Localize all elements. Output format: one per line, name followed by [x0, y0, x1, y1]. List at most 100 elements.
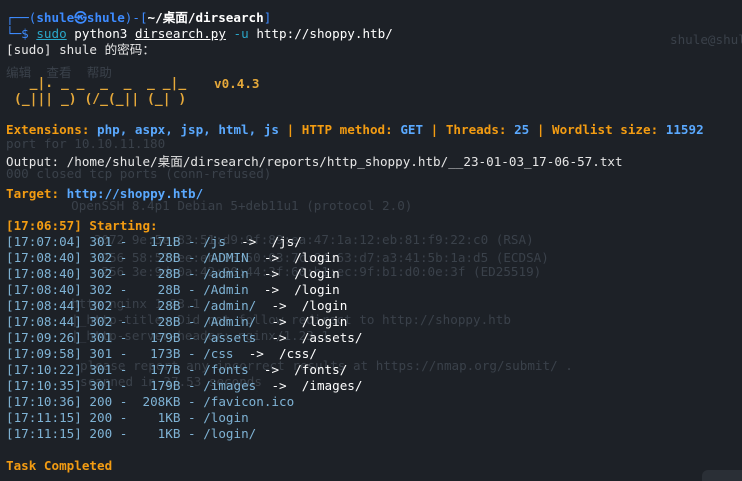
result-time: [17:10:36]	[6, 394, 82, 409]
result-code: 301	[89, 378, 113, 393]
result-row: [17:07:04] 301 - 171B - /js -> /js/	[6, 234, 302, 249]
arrow-icon: ->	[263, 266, 280, 281]
result-code: 302	[89, 250, 113, 265]
result-size: 28B	[142, 250, 181, 265]
arrow-icon: ->	[271, 330, 287, 345]
result-row: [17:08:40] 302 - 28B - /Admin -> /login	[6, 282, 340, 297]
task-completed: Task Completed	[6, 458, 113, 473]
result-redirect: /css/	[279, 346, 317, 361]
prompt-path: ~/桌面/dirsearch	[147, 10, 264, 25]
result-row: [17:11:15] 200 - 1KB - /login	[6, 410, 249, 425]
result-path: /assets	[203, 330, 257, 345]
result-size: 28B	[142, 298, 181, 313]
target-line: Target: http://shoppy.htb/	[6, 186, 203, 202]
result-time: [17:08:44]	[6, 314, 82, 329]
result-row: [17:09:26] 301 - 179B - /assets -> /asse…	[6, 330, 363, 345]
cmd-script: dirsearch.py	[134, 26, 226, 41]
ghost-line: port for 10.10.11.180	[6, 136, 166, 151]
wordlist-label: Wordlist size:	[552, 122, 659, 137]
result-row: [17:08:40] 302 - 28B - /ADMIN -> /login	[6, 250, 340, 265]
ext-value: php, aspx, jsp, html, js	[97, 122, 279, 137]
result-path: /ADMIN	[203, 250, 249, 265]
result-size: 179B	[142, 378, 181, 393]
result-time: [17:08:40]	[6, 250, 82, 265]
result-redirect: /login	[301, 314, 348, 329]
result-time: [17:07:04]	[6, 234, 82, 249]
prompt-user: shule	[36, 10, 75, 25]
result-code: 200	[89, 394, 113, 409]
config-line: Extensions: php, aspx, jsp, html, js | H…	[6, 122, 704, 137]
ext-label: Extensions:	[6, 122, 90, 137]
arrow-icon: ->	[271, 298, 287, 313]
scrollbar-corner[interactable]	[702, 470, 742, 481]
result-size: 177B	[142, 362, 181, 377]
result-code: 301	[89, 346, 113, 361]
result-path: /css	[203, 346, 234, 361]
result-code: 200	[89, 426, 113, 441]
result-row: [17:08:40] 302 - 28B - /admin -> /login	[6, 266, 340, 281]
cmd-flag: -u	[233, 26, 249, 41]
result-redirect: /login	[294, 250, 340, 265]
banner-art-top: _|. _ _ _ _ _ _|_	[14, 76, 187, 91]
result-path: /admin	[203, 266, 249, 281]
prompt-host: shule	[86, 10, 125, 25]
result-code: 301	[89, 330, 113, 345]
result-redirect: /login	[294, 282, 340, 297]
result-time: [17:11:15]	[6, 410, 82, 425]
method-label: HTTP method:	[301, 122, 393, 137]
result-row: [17:10:36] 200 - 208KB - /favicon.ico	[6, 394, 295, 409]
result-size: 208KB	[142, 394, 181, 409]
result-redirect: /fonts/	[294, 362, 348, 377]
output-line: Output: /home/shule/桌面/dirsearch/reports…	[6, 154, 623, 169]
arrow-icon: ->	[271, 378, 287, 393]
cmd-url: http://shoppy.htb/	[256, 26, 393, 41]
result-time: [17:10:35]	[6, 378, 82, 393]
banner-version: v0.4.3	[214, 76, 260, 91]
command-line[interactable]: └─$ sudo python3 dirsearch.py -u http://…	[6, 26, 393, 42]
result-path: /favicon.ico	[203, 394, 295, 409]
threads-value: 25	[514, 122, 530, 137]
result-size: 1KB	[142, 426, 181, 441]
result-path: /fonts	[203, 362, 249, 377]
result-path: /login/	[203, 426, 257, 441]
wordlist-value: 11592	[665, 122, 704, 137]
result-time: [17:08:44]	[6, 298, 82, 313]
prompt-line: ┌──(shule㉿shule)-[~/桌面/dirsearch]	[6, 10, 272, 25]
target-value: http://shoppy.htb/	[66, 186, 204, 201]
starting-line: [17:06:57] Starting:	[6, 218, 158, 233]
result-code: 302	[89, 266, 113, 281]
result-path: /Admin/	[203, 314, 257, 329]
result-time: [17:09:58]	[6, 346, 82, 361]
terminal-window[interactable]: 编辑 查看 帮助 port for 10.10.11.180 000 close…	[0, 0, 742, 481]
result-size: 28B	[142, 314, 181, 329]
result-row: [17:09:58] 301 - 173B - /css -> /css/	[6, 346, 317, 361]
result-code: 301	[89, 362, 113, 377]
result-redirect: /login	[294, 266, 340, 281]
result-path: /js	[203, 234, 226, 249]
result-code: 302	[89, 282, 113, 297]
result-size: 173B	[142, 346, 181, 361]
cmd-python: python3	[74, 26, 128, 41]
result-row: [17:10:22] 301 - 177B - /fonts -> /fonts…	[6, 362, 348, 377]
result-code: 200	[89, 410, 113, 425]
result-path: /login	[203, 410, 249, 425]
result-size: 28B	[142, 282, 181, 297]
result-redirect: /js/	[271, 234, 302, 249]
result-path: /admin/	[203, 298, 257, 313]
dirsearch-banner: _|. _ _ _ _ _ _|_ (_||| _) (/_(_|| (_| )	[14, 76, 186, 108]
arrow-icon: ->	[263, 250, 280, 265]
cmd-sudo: sudo	[36, 26, 67, 41]
result-row: [17:10:35] 301 - 179B - /images -> /imag…	[6, 378, 363, 393]
result-row: [17:11:15] 200 - 1KB - /login/	[6, 426, 257, 441]
threads-label: Threads:	[445, 122, 507, 137]
ghost-line: shule@shule	[670, 32, 742, 47]
arrow-icon: ->	[263, 282, 280, 297]
method-value: GET	[400, 122, 424, 137]
result-time: [17:08:40]	[6, 266, 82, 281]
result-path: /images	[203, 378, 257, 393]
result-time: [17:10:22]	[6, 362, 82, 377]
arrow-icon: ->	[248, 346, 264, 361]
result-time: [17:09:26]	[6, 330, 82, 345]
arrow-icon: ->	[241, 234, 257, 249]
result-size: 28B	[142, 266, 181, 281]
